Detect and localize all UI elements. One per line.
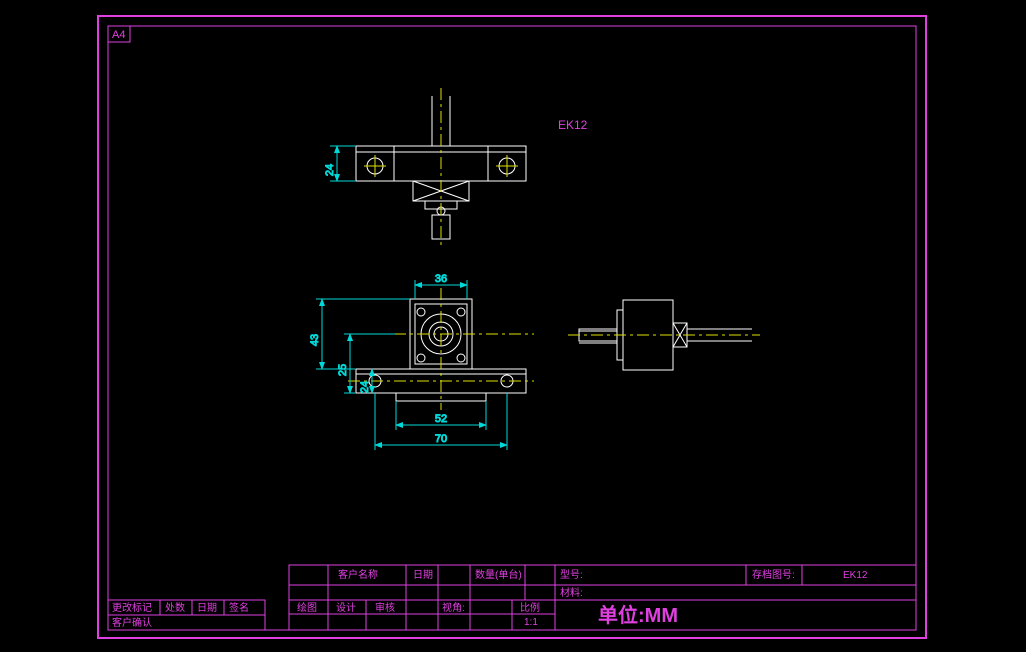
outer-frame bbox=[98, 16, 926, 638]
dim-top-24: 24 bbox=[324, 146, 356, 181]
top-view bbox=[356, 88, 526, 245]
svg-text:处数: 处数 bbox=[165, 601, 185, 614]
svg-text:设计: 设计 bbox=[336, 601, 356, 614]
dim-24: 24 bbox=[359, 369, 372, 393]
svg-text:绘图: 绘图 bbox=[297, 601, 317, 614]
svg-text:36: 36 bbox=[435, 273, 447, 285]
svg-text:1:1: 1:1 bbox=[524, 617, 538, 628]
svg-text:日期: 日期 bbox=[197, 602, 217, 614]
cad-drawing-canvas[interactable]: A4 24 EK12 bbox=[0, 0, 1026, 652]
sheet-size-label: A4 bbox=[112, 29, 125, 41]
svg-text:视角:: 视角: bbox=[442, 601, 465, 614]
side-view bbox=[568, 300, 760, 370]
svg-text:25: 25 bbox=[337, 364, 349, 376]
svg-text:更改标记: 更改标记 bbox=[112, 601, 152, 614]
front-view bbox=[348, 288, 534, 410]
svg-text:型号:: 型号: bbox=[560, 568, 583, 581]
svg-text:70: 70 bbox=[435, 433, 447, 445]
svg-text:EK12: EK12 bbox=[843, 570, 868, 581]
svg-text:52: 52 bbox=[435, 413, 447, 425]
svg-text:数量(单台): 数量(单台) bbox=[475, 568, 522, 581]
svg-text:比例: 比例 bbox=[520, 601, 540, 614]
svg-text:材料:: 材料: bbox=[560, 586, 583, 599]
svg-text:签名: 签名 bbox=[229, 601, 249, 614]
svg-text:24: 24 bbox=[324, 164, 336, 176]
svg-text:审核: 审核 bbox=[375, 601, 395, 614]
titleblock-text: 客户名称 日期 数量(单台) 型号: 存档图号: EK12 材料: 绘图 设计 … bbox=[297, 568, 868, 628]
svg-text:日期: 日期 bbox=[413, 569, 433, 581]
svg-text:客户名称: 客户名称 bbox=[338, 568, 378, 581]
part-label: EK12 bbox=[558, 118, 588, 132]
svg-text:客户确认: 客户确认 bbox=[112, 616, 152, 629]
svg-text:24: 24 bbox=[359, 381, 371, 393]
svg-text:43: 43 bbox=[309, 334, 321, 346]
inner-frame bbox=[108, 26, 916, 630]
svg-text:存档图号:: 存档图号: bbox=[752, 568, 795, 581]
svg-text:单位:MM: 单位:MM bbox=[598, 603, 678, 627]
